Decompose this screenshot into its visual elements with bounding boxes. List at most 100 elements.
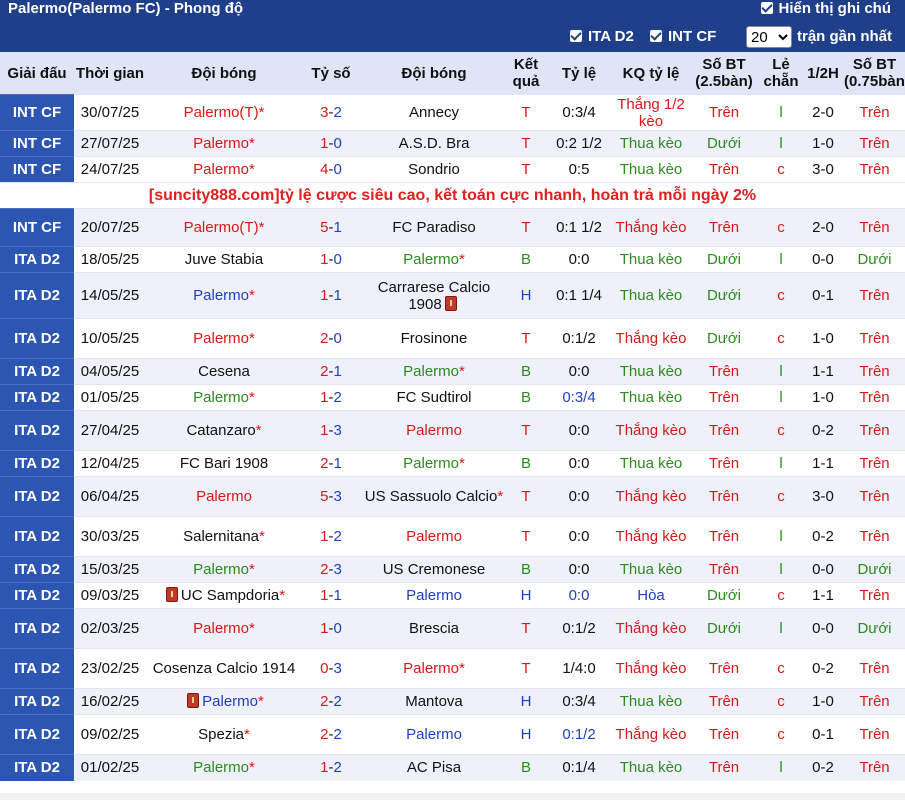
score-cell[interactable]: 1-1 [302, 582, 360, 609]
home-team-cell[interactable]: Palermo* [146, 688, 302, 715]
away-team-cell[interactable]: Frosinone [360, 318, 508, 359]
home-team-name[interactable]: Palermo(T) [184, 219, 259, 236]
league-cell[interactable]: INT CF [0, 156, 74, 183]
score-cell[interactable]: 1-2 [302, 384, 360, 411]
league-cell[interactable]: ITA D2 [0, 516, 74, 557]
away-team-name[interactable]: Palermo [406, 726, 462, 743]
odds-cell[interactable]: 0:1 1/4 [544, 272, 614, 319]
table-row[interactable]: INT CF 20/07/25 Palermo(T)* 5-1 FC Paradiso T… [0, 208, 905, 247]
league-cell[interactable]: ITA D2 [0, 476, 74, 517]
score-cell[interactable]: 1-0 [302, 246, 360, 273]
away-team-name[interactable]: US Cremonese [383, 561, 486, 578]
home-team-cell[interactable]: Palermo* [146, 754, 302, 781]
odds-cell[interactable]: 0:3/4 [544, 688, 614, 715]
home-team-name[interactable]: Salernitana [183, 528, 259, 545]
league-cell[interactable]: ITA D2 [0, 556, 74, 583]
filter-int-cf[interactable]: INT CF [650, 28, 716, 45]
odds-cell[interactable]: 0:1/2 [544, 318, 614, 359]
table-row[interactable]: INT CF 24/07/25 Palermo* 4-0 Sondrio T 0:5 Thua… [0, 156, 905, 183]
score-cell[interactable]: 2-1 [302, 450, 360, 477]
away-team-cell[interactable]: Brescia [360, 608, 508, 649]
league-cell[interactable]: ITA D2 [0, 714, 74, 755]
score-cell[interactable]: 0-3 [302, 648, 360, 689]
home-team-name[interactable]: Palermo [193, 161, 249, 178]
home-team-name[interactable]: Palermo [193, 759, 249, 776]
home-team-name[interactable]: Palermo [193, 287, 249, 304]
table-row[interactable]: ITA D2 01/02/25 Palermo* 1-2 AC Pisa B 0:1/4 Th… [0, 754, 905, 781]
away-team-name[interactable]: Brescia [409, 620, 459, 637]
table-row[interactable]: INT CF 27/07/25 Palermo* 1-0 A.S.D. Bra T 0:2 … [0, 130, 905, 157]
away-team-cell[interactable]: Palermo [360, 410, 508, 451]
away-team-name[interactable]: Palermo [403, 363, 459, 380]
home-team-cell[interactable]: UC Sampdoria* [146, 582, 302, 609]
away-team-cell[interactable]: Sondrio [360, 156, 508, 183]
score-cell[interactable]: 1-1 [302, 272, 360, 319]
odds-cell[interactable]: 0:0 [544, 450, 614, 477]
away-team-cell[interactable]: AC Pisa [360, 754, 508, 781]
table-row[interactable]: ITA D2 10/05/25 Palermo* 2-0 Frosinone T 0:1/2… [0, 318, 905, 359]
odds-cell[interactable]: 0:0 [544, 476, 614, 517]
table-row[interactable]: ITA D2 06/04/25 Palermo 5-3 US Sassuolo Calc… [0, 476, 905, 517]
odds-cell[interactable]: 0:2 1/2 [544, 130, 614, 157]
score-cell[interactable]: 1-3 [302, 410, 360, 451]
odds-cell[interactable]: 0:0 [544, 556, 614, 583]
away-team-name[interactable]: Palermo [406, 587, 462, 604]
away-team-name[interactable]: Palermo [406, 422, 462, 439]
table-row[interactable]: ITA D2 16/02/25 Palermo* 2-2 Mantova H 0:3/4 Th… [0, 688, 905, 715]
home-team-name[interactable]: UC Sampdoria [181, 587, 279, 604]
away-team-cell[interactable]: Palermo* [360, 450, 508, 477]
table-row[interactable]: ITA D2 27/04/25 Catanzaro* 1-3 Palermo T 0:0 Th… [0, 410, 905, 451]
away-team-name[interactable]: Annecy [409, 104, 459, 121]
score-cell[interactable]: 2-2 [302, 688, 360, 715]
away-team-name[interactable]: A.S.D. Bra [399, 135, 470, 152]
score-cell[interactable]: 1-0 [302, 608, 360, 649]
home-team-cell[interactable]: Palermo* [146, 318, 302, 359]
score-cell[interactable]: 1-0 [302, 130, 360, 157]
league-cell[interactable]: ITA D2 [0, 688, 74, 715]
league-cell[interactable]: ITA D2 [0, 384, 74, 411]
odds-cell[interactable]: 0:1/2 [544, 714, 614, 755]
home-team-cell[interactable]: Catanzaro* [146, 410, 302, 451]
home-team-name[interactable]: Spezia [198, 726, 244, 743]
odds-cell[interactable]: 0:3/4 [544, 94, 614, 131]
table-row[interactable]: ITA D2 15/03/25 Palermo* 2-3 US Cremonese B 0:… [0, 556, 905, 583]
league-cell[interactable]: INT CF [0, 94, 74, 131]
league-cell[interactable]: ITA D2 [0, 754, 74, 781]
home-team-cell[interactable]: Palermo(T)* [146, 94, 302, 131]
odds-cell[interactable]: 0:0 [544, 410, 614, 451]
home-team-name[interactable]: Juve Stabia [185, 251, 263, 268]
away-team-cell[interactable]: Palermo* [360, 246, 508, 273]
league-cell[interactable]: ITA D2 [0, 410, 74, 451]
filter-ita-d2[interactable]: ITA D2 [570, 28, 634, 45]
table-row[interactable]: ITA D2 01/05/25 Palermo* 1-2 FC Sudtirol B 0:3… [0, 384, 905, 411]
odds-cell[interactable]: 0:0 [544, 358, 614, 385]
home-team-cell[interactable]: Juve Stabia [146, 246, 302, 273]
league-cell[interactable]: INT CF [0, 130, 74, 157]
odds-cell[interactable]: 0:1 1/2 [544, 208, 614, 247]
away-team-name[interactable]: Carrarese Calcio 1908 [378, 279, 491, 313]
away-team-name[interactable]: FC Sudtirol [396, 389, 471, 406]
score-cell[interactable]: 1-2 [302, 516, 360, 557]
home-team-name[interactable]: Palermo [193, 561, 249, 578]
odds-cell[interactable]: 0:0 [544, 516, 614, 557]
home-team-cell[interactable]: Salernitana* [146, 516, 302, 557]
odds-cell[interactable]: 0:5 [544, 156, 614, 183]
away-team-name[interactable]: FC Paradiso [392, 219, 475, 236]
score-cell[interactable]: 4-0 [302, 156, 360, 183]
table-row[interactable]: ITA D2 14/05/25 Palermo* 1-1 Carrarese Calci… [0, 272, 905, 319]
away-team-cell[interactable]: Annecy [360, 94, 508, 131]
home-team-name[interactable]: Cesena [198, 363, 250, 380]
away-team-cell[interactable]: FC Paradiso [360, 208, 508, 247]
table-row[interactable]: ITA D2 23/02/25 Cosenza Calcio 1914 0-3 Pale… [0, 648, 905, 689]
table-row[interactable]: ITA D2 30/03/25 Salernitana* 1-2 Palermo T 0:0… [0, 516, 905, 557]
checkbox-icon[interactable] [650, 30, 662, 42]
odds-cell[interactable]: 0:3/4 [544, 384, 614, 411]
odds-cell[interactable]: 0:0 [544, 582, 614, 609]
home-team-name[interactable]: Palermo [193, 389, 249, 406]
away-team-cell[interactable]: Carrarese Calcio 1908 [360, 272, 508, 319]
away-team-name[interactable]: AC Pisa [407, 759, 461, 776]
away-team-name[interactable]: Palermo [403, 660, 459, 677]
score-cell[interactable]: 1-2 [302, 754, 360, 781]
league-cell[interactable]: ITA D2 [0, 358, 74, 385]
home-team-cell[interactable]: Palermo* [146, 556, 302, 583]
